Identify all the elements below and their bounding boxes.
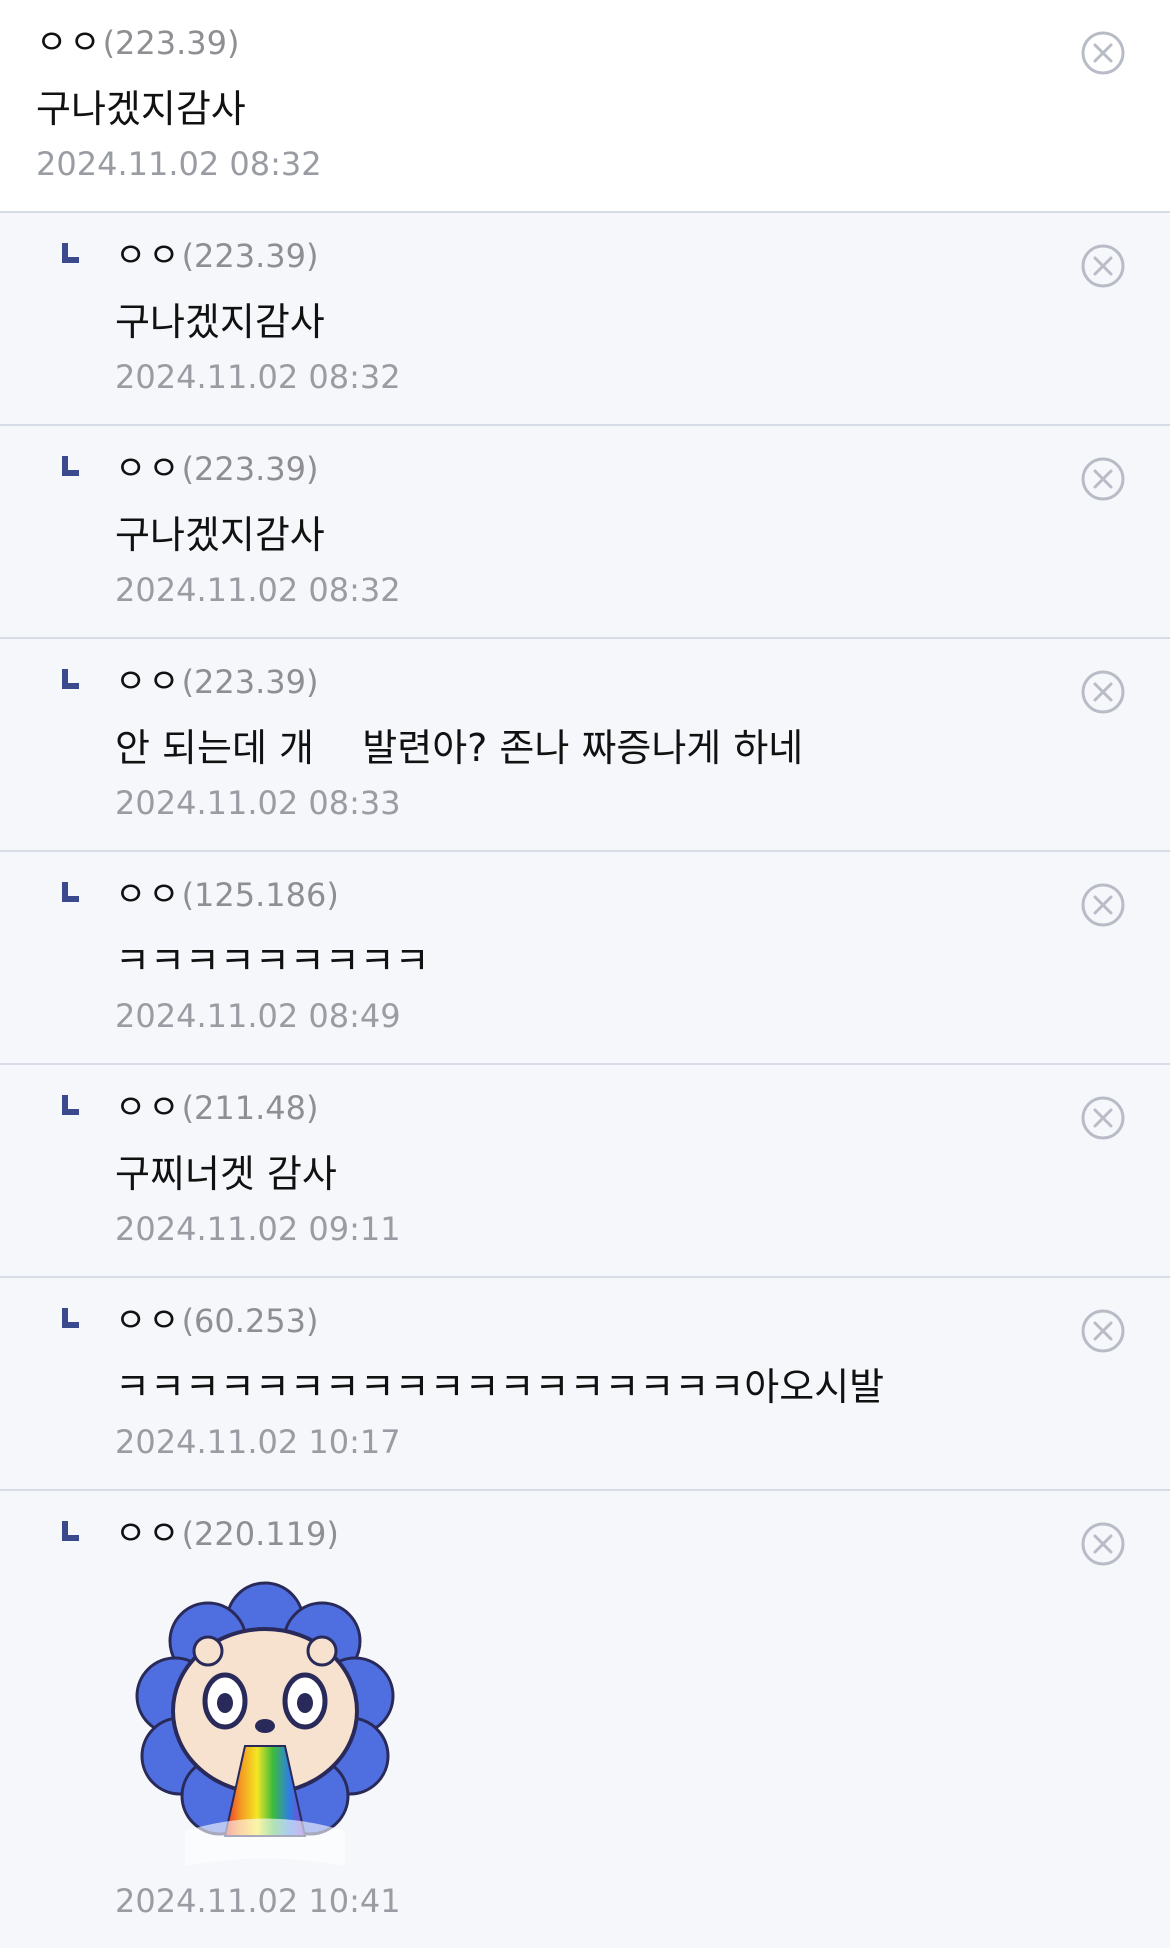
delete-icon[interactable] (1080, 669, 1126, 715)
reply-item: ㅇㅇ(223.39) 구나겠지감사 2024.11.02 08:32 (0, 213, 1170, 426)
author-ip: (211.48) (181, 1089, 319, 1127)
comment-date: 2024.11.02 10:17 (115, 1423, 401, 1461)
reply-arrow-icon (62, 669, 79, 689)
comment-author: ㅇㅇ(223.39) (115, 661, 319, 703)
delete-icon[interactable] (1080, 30, 1126, 76)
reply-item: ㅇㅇ(211.48) 구찌너겟 감사 2024.11.02 09:11 (0, 1065, 1170, 1278)
reply-item: ㅇㅇ(60.253) ㅋㅋㅋㅋㅋㅋㅋㅋㅋㅋㅋㅋㅋㅋㅋㅋㅋㅋ아오시발 2024.1… (0, 1278, 1170, 1491)
reply-arrow-icon (62, 243, 79, 263)
delete-icon[interactable] (1080, 1521, 1126, 1567)
author-ip: (125.186) (181, 876, 339, 914)
comment-text: 구찌너겟 감사 (115, 1152, 337, 1196)
delete-icon[interactable] (1080, 243, 1126, 289)
reply-arrow-icon (62, 1095, 79, 1115)
comment-date: 2024.11.02 09:11 (115, 1210, 401, 1248)
author-ip: (223.39) (181, 237, 319, 275)
reply-arrow-icon (62, 456, 79, 476)
comment-date: 2024.11.02 08:32 (115, 358, 401, 396)
author-nickname[interactable]: ㅇㅇ (115, 449, 182, 489)
comment-list: ㅇㅇ(223.39) 구나겠지감사 2024.11.02 08:32 ㅇㅇ(22… (0, 0, 1170, 1948)
reply-item: ㅇㅇ(125.186) ㅋㅋㅋㅋㅋㅋㅋㅋㅋ 2024.11.02 08:49 (0, 852, 1170, 1065)
comment-author: ㅇㅇ(223.39) (36, 22, 240, 64)
comment-date: 2024.11.02 08:32 (115, 571, 401, 609)
comment-item: ㅇㅇ(223.39) 구나겠지감사 2024.11.02 08:32 (0, 0, 1170, 213)
comment-date: 2024.11.02 08:32 (36, 145, 322, 183)
comment-author: ㅇㅇ(223.39) (115, 448, 319, 490)
author-nickname[interactable]: ㅇㅇ (115, 875, 182, 915)
delete-icon[interactable] (1080, 456, 1126, 502)
author-ip: (60.253) (181, 1302, 319, 1340)
reply-item: ㅇㅇ(220.119) 2024.11.02 10:41 (0, 1491, 1170, 1948)
comment-date: 2024.11.02 08:33 (115, 784, 401, 822)
author-nickname[interactable]: ㅇㅇ (115, 662, 182, 702)
comment-author: ㅇㅇ(60.253) (115, 1300, 319, 1342)
reply-arrow-icon (62, 1521, 79, 1541)
author-ip: (223.39) (181, 450, 319, 488)
author-ip: (223.39) (102, 24, 240, 62)
reply-item: ㅇㅇ(223.39) 구나겠지감사 2024.11.02 08:32 (0, 426, 1170, 639)
delete-icon[interactable] (1080, 1308, 1126, 1354)
comment-text: 구나겠지감사 (36, 87, 246, 131)
comment-text: ㅋㅋㅋㅋㅋㅋㅋㅋㅋ (115, 939, 430, 983)
comment-author: ㅇㅇ(211.48) (115, 1087, 319, 1129)
comment-text: 안 되는데 개 발련아? 존나 짜증나게 하네 (115, 726, 804, 770)
comment-author: ㅇㅇ(125.186) (115, 874, 339, 916)
author-nickname[interactable]: ㅇㅇ (115, 236, 182, 276)
delete-icon[interactable] (1080, 882, 1126, 928)
comment-date: 2024.11.02 10:41 (115, 1882, 401, 1920)
comment-date: 2024.11.02 08:49 (115, 997, 401, 1035)
author-ip: (220.119) (181, 1515, 339, 1553)
reply-item: ㅇㅇ(223.39) 안 되는데 개 발련아? 존나 짜증나게 하네 2024.… (0, 639, 1170, 852)
author-nickname[interactable]: ㅇㅇ (115, 1088, 182, 1128)
comment-author: ㅇㅇ(223.39) (115, 235, 319, 277)
reply-arrow-icon (62, 882, 79, 902)
author-ip: (223.39) (181, 663, 319, 701)
reply-arrow-icon (62, 1308, 79, 1328)
comment-text: ㅋㅋㅋㅋㅋㅋㅋㅋㅋㅋㅋㅋㅋㅋㅋㅋㅋㅋ아오시발 (115, 1365, 885, 1409)
author-nickname[interactable]: ㅇㅇ (36, 23, 103, 63)
comment-text: 구나겠지감사 (115, 300, 325, 344)
comment-author: ㅇㅇ(220.119) (115, 1513, 339, 1555)
author-nickname[interactable]: ㅇㅇ (115, 1514, 182, 1554)
comment-text: 구나겠지감사 (115, 513, 325, 557)
author-nickname[interactable]: ㅇㅇ (115, 1301, 182, 1341)
sticker-image[interactable] (130, 1581, 400, 1871)
delete-icon[interactable] (1080, 1095, 1126, 1141)
